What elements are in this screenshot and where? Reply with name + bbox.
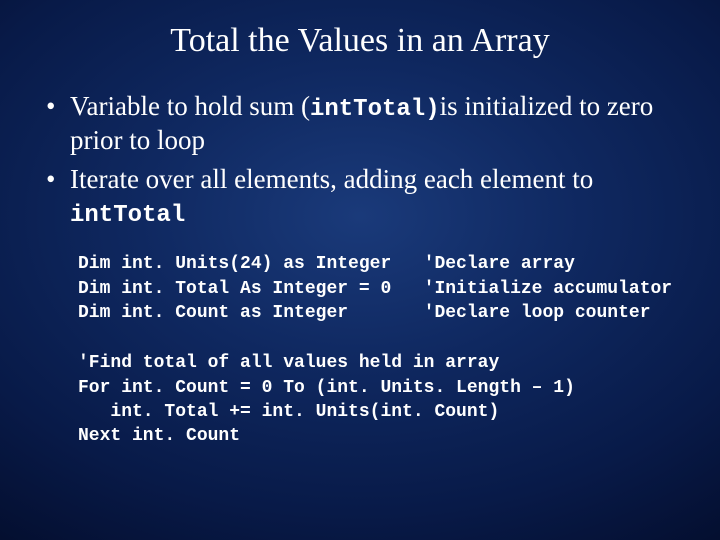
slide: Total the Values in an Array Variable to… <box>0 0 720 540</box>
bullet-text-pre: Iterate over all elements, adding each e… <box>70 164 593 194</box>
bullet-code: intTotal <box>70 202 185 229</box>
bullet-list: Variable to hold sum (intTotal)is initia… <box>38 90 682 230</box>
bullet-item: Iterate over all elements, adding each e… <box>44 163 682 230</box>
code-block-declarations: Dim int. Units(24) as Integer 'Declare a… <box>38 252 682 325</box>
slide-title: Total the Values in an Array <box>38 22 682 60</box>
code-block-loop: 'Find total of all values held in array … <box>38 351 682 448</box>
bullet-code: intTotal) <box>310 96 440 123</box>
bullet-item: Variable to hold sum (intTotal)is initia… <box>44 90 682 157</box>
bullet-text-pre: Variable to hold sum ( <box>70 91 310 121</box>
